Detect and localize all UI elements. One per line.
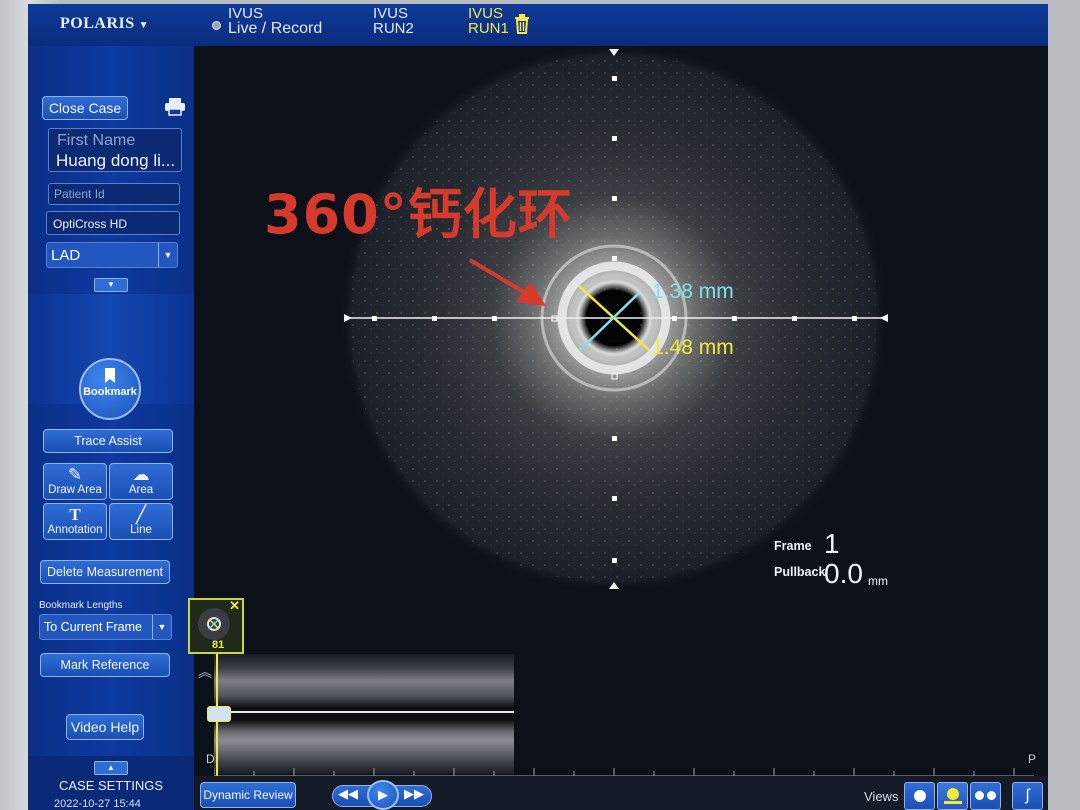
first-name-placeholder: First Name — [57, 132, 136, 149]
bookmark-icon — [105, 368, 115, 383]
chevron-down-icon[interactable]: ▼ — [158, 243, 177, 267]
tab-run2-line1: IVUS — [373, 5, 409, 22]
case-settings-label[interactable]: CASE SETTINGS — [28, 778, 194, 793]
line-icon: ╱ — [135, 505, 147, 524]
bookmark-lengths-label: Bookmark Lengths — [39, 600, 123, 611]
catheter-value: OptiCross HD — [53, 217, 128, 231]
bookmark-label: Bookmark — [83, 386, 137, 398]
pullback-value: 0.0 — [824, 558, 863, 589]
longitudinal-view-bar — [943, 801, 962, 804]
tab-live-record-line1: IVUS — [228, 5, 264, 22]
chevron-up-icon[interactable]: ▲ — [94, 761, 128, 775]
trash-icon[interactable] — [514, 14, 530, 34]
remove-bookmark-icon[interactable]: ✕ — [229, 598, 240, 614]
collapse-chevron-icon[interactable]: ▼ — [94, 278, 128, 292]
measurement-cyan: 1.38 mm — [652, 280, 734, 303]
ivus-image-area[interactable]: 360°钙化环 1.38 mm 1.48 mm Frame 1 Pullback… — [188, 46, 1048, 810]
frame-value: 1 — [824, 528, 840, 559]
longitudinal-view-icon — [946, 788, 959, 800]
chevron-down-icon[interactable]: ▼ — [152, 615, 171, 639]
brand-label: POLARIS — [60, 15, 135, 32]
sidebar: Close Case First Name Huang dong li... P… — [28, 46, 194, 810]
expand-up-icon[interactable]: ︽ — [198, 662, 212, 682]
play-icon[interactable]: ▶ — [367, 780, 399, 810]
rewind-icon[interactable]: ◀◀ — [338, 786, 358, 802]
view-single-button[interactable] — [904, 782, 935, 810]
pullback-unit: mm — [868, 574, 888, 588]
draw-area-label: Draw Area — [48, 484, 102, 496]
longitudinal-view[interactable] — [214, 654, 514, 774]
view-curve-button[interactable]: ʃ — [1012, 782, 1043, 810]
brand-menu[interactable]: POLARIS ▼ — [60, 15, 149, 33]
video-help-button[interactable]: Video Help — [66, 714, 144, 740]
catheter-field: OptiCross HD — [46, 211, 180, 235]
bookmark-lengths-select[interactable]: To Current Frame ▼ — [39, 614, 172, 640]
tab-run2[interactable]: IVUS RUN2 — [373, 6, 414, 36]
datetime: 2022-10-27 15:44 — [54, 798, 141, 810]
area-label: Area — [128, 484, 154, 496]
longitudinal-centerline — [214, 711, 514, 713]
tab-run1-line2: RUN1 — [468, 20, 509, 37]
single-view-icon — [913, 790, 926, 802]
tab-run2-line2: RUN2 — [373, 20, 414, 37]
tab-live-record-line2: Live / Record — [228, 20, 323, 37]
pullback-label: Pullback — [774, 565, 826, 579]
vessel-select[interactable]: LAD ▼ — [46, 242, 178, 268]
draw-area-button[interactable]: ✎ Draw Area — [43, 463, 107, 500]
patient-id-placeholder: Patient Id — [54, 187, 105, 201]
bookmark-lengths-value: To Current Frame — [44, 620, 142, 634]
annotation-label: Annotation — [47, 524, 103, 536]
area-icon: ☁ — [132, 465, 150, 484]
record-indicator-icon — [212, 21, 221, 30]
dual-view-icon — [971, 791, 1000, 800]
fast-forward-icon[interactable]: ▶▶ — [404, 786, 424, 802]
view-longitudinal-button[interactable] — [937, 782, 968, 810]
top-bar: POLARIS ▼ IVUS Live / Record IVUS RUN2 IV… — [28, 4, 1048, 46]
screen: POLARIS ▼ IVUS Live / Record IVUS RUN2 IV… — [28, 4, 1048, 810]
annotation-button[interactable]: T Annotation — [43, 503, 107, 540]
frame-cursor-handle[interactable] — [207, 706, 231, 722]
delete-measurement-button[interactable]: Delete Measurement — [40, 560, 170, 584]
views-label: Views — [864, 789, 899, 804]
curve-icon: ʃ — [1025, 787, 1030, 804]
first-name-field[interactable]: First Name Huang dong li... — [48, 128, 182, 172]
patient-id-field[interactable]: Patient Id — [48, 183, 180, 205]
trace-assist-button[interactable]: Trace Assist — [43, 429, 173, 453]
draw-area-icon: ✎ — [67, 465, 83, 484]
chevron-down-icon: ▼ — [138, 20, 150, 31]
tab-run1-line1: IVUS — [468, 5, 504, 22]
calcification-annotation: 360°钙化环 — [264, 183, 573, 246]
printer-icon[interactable] — [164, 98, 186, 116]
measurement-yellow: 1.48 mm — [652, 336, 734, 359]
area-button[interactable]: ☁ Area — [109, 463, 173, 500]
view-dual-button[interactable] — [970, 782, 1001, 810]
dynamic-review-button[interactable]: Dynamic Review — [200, 782, 296, 808]
close-case-button[interactable]: Close Case — [42, 96, 128, 120]
thumbnail-frame: 81 — [212, 639, 225, 651]
bookmark-button[interactable]: Bookmark — [79, 358, 141, 420]
line-button[interactable]: ╱ Line — [109, 503, 173, 540]
vessel-value: LAD — [51, 247, 81, 264]
mark-reference-button[interactable]: Mark Reference — [40, 653, 170, 677]
bookmark-thumbnail[interactable]: ✕ 81 — [188, 598, 244, 654]
first-name-value: Huang dong li... — [56, 151, 176, 170]
frame-label: Frame — [774, 539, 812, 553]
tab-run1[interactable]: IVUS RUN1 — [468, 6, 509, 36]
tab-live-record[interactable]: IVUS Live / Record — [228, 5, 323, 37]
annotation-icon: T — [69, 505, 81, 524]
line-label: Line — [130, 524, 152, 536]
